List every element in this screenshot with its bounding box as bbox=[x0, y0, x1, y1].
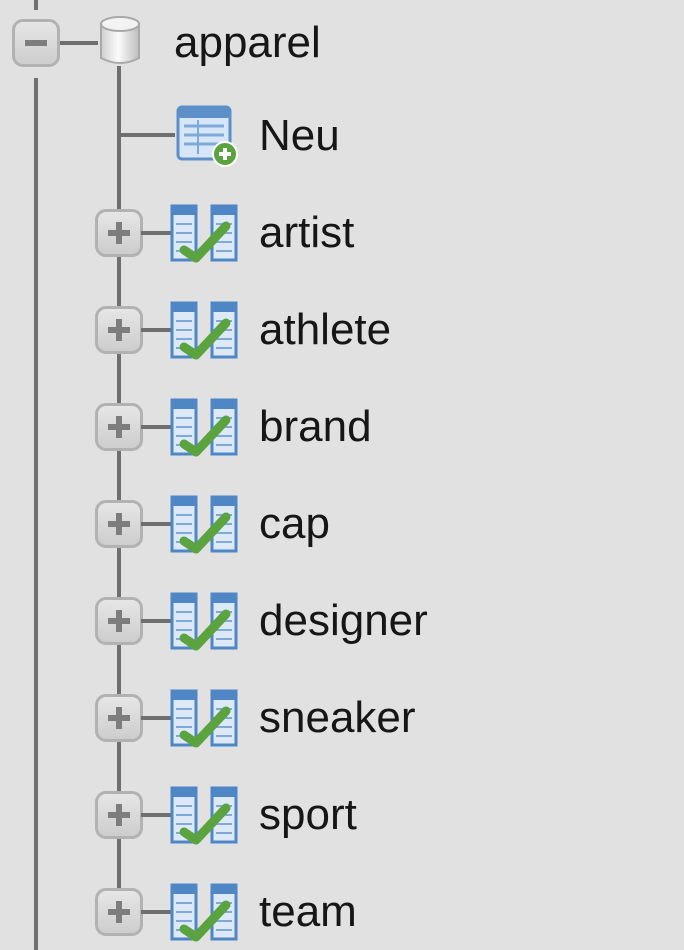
expand-artist-button[interactable] bbox=[95, 209, 143, 257]
view-icon[interactable] bbox=[170, 687, 240, 749]
tree-guide-line-outer-lower bbox=[34, 78, 38, 950]
expand-plus-icon bbox=[108, 901, 130, 923]
tree-connector bbox=[141, 425, 173, 429]
expand-plus-icon bbox=[108, 804, 130, 826]
expand-sneaker-button[interactable] bbox=[95, 694, 143, 742]
tree-connector bbox=[117, 133, 175, 137]
collapse-minus-icon bbox=[25, 40, 47, 46]
expand-athlete-button[interactable] bbox=[95, 306, 143, 354]
expand-designer-button[interactable] bbox=[95, 597, 143, 645]
view-icon[interactable] bbox=[170, 202, 240, 264]
table-name[interactable]: sneaker bbox=[259, 692, 416, 744]
table-name[interactable]: brand bbox=[259, 401, 372, 453]
collapse-database-button[interactable] bbox=[12, 19, 60, 67]
view-icon[interactable] bbox=[170, 590, 240, 652]
tree-connector bbox=[141, 813, 173, 817]
view-icon[interactable] bbox=[170, 396, 240, 458]
view-icon[interactable] bbox=[170, 493, 240, 555]
table-name[interactable]: team bbox=[259, 886, 357, 938]
tree-connector bbox=[141, 328, 173, 332]
tree-connector bbox=[141, 716, 173, 720]
tree-connector bbox=[141, 522, 173, 526]
expand-sport-button[interactable] bbox=[95, 791, 143, 839]
new-item-label[interactable]: Neu bbox=[259, 110, 340, 162]
table-name[interactable]: artist bbox=[259, 207, 354, 259]
new-table-icon[interactable] bbox=[176, 104, 242, 170]
table-name[interactable]: athlete bbox=[259, 304, 391, 356]
expand-plus-icon bbox=[108, 319, 130, 341]
tree-guide-line-inner bbox=[117, 66, 121, 908]
expand-plus-icon bbox=[108, 416, 130, 438]
expand-plus-icon bbox=[108, 707, 130, 729]
table-name[interactable]: sport bbox=[259, 789, 357, 841]
expand-plus-icon bbox=[108, 513, 130, 535]
table-name[interactable]: cap bbox=[259, 498, 330, 550]
database-name[interactable]: apparel bbox=[174, 17, 321, 69]
tree-connector bbox=[141, 910, 173, 914]
tree-connector bbox=[141, 619, 173, 623]
tree-connector bbox=[60, 41, 98, 45]
expand-team-button[interactable] bbox=[95, 888, 143, 936]
expand-cap-button[interactable] bbox=[95, 500, 143, 548]
expand-plus-icon bbox=[108, 222, 130, 244]
expand-brand-button[interactable] bbox=[95, 403, 143, 451]
tree-connector bbox=[141, 231, 173, 235]
table-name[interactable]: designer bbox=[259, 595, 428, 647]
view-icon[interactable] bbox=[170, 881, 240, 943]
tree-guide-line-outer bbox=[34, 0, 38, 10]
database-icon bbox=[100, 16, 140, 64]
view-icon[interactable] bbox=[170, 784, 240, 846]
expand-plus-icon bbox=[108, 610, 130, 632]
view-icon[interactable] bbox=[170, 299, 240, 361]
